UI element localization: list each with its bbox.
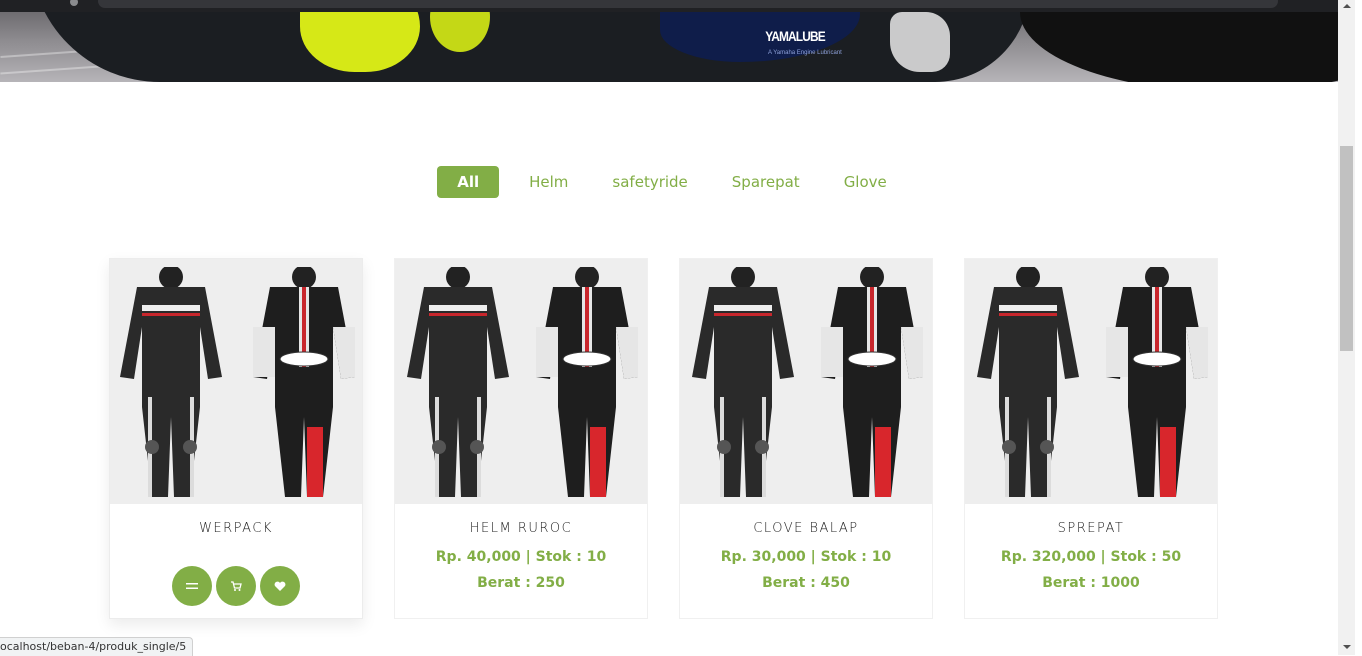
racing-suit-back-image (1106, 267, 1208, 497)
filter-all[interactable]: All (437, 166, 500, 198)
racing-suit-back-image (536, 267, 638, 497)
sponsor-subtext: A Yamaha Engine Lubricant (768, 50, 842, 56)
product-card[interactable]: SPREPAT Rp. 320,000 | Stok : 50 Berat : … (964, 258, 1218, 619)
product-weight: Berat : 250 (477, 575, 565, 591)
racing-suit-front-image (120, 267, 222, 497)
product-card[interactable]: CLOVE BALAP Rp. 30,000 | Stok : 10 Berat… (679, 258, 933, 619)
product-name[interactable]: CLOVE BALAP (680, 521, 932, 536)
racing-suit-front-image (407, 267, 509, 497)
filter-safetyride[interactable]: safetyride (598, 166, 701, 198)
heart-icon[interactable] (260, 566, 300, 606)
product-card[interactable]: HELM RUROC Rp. 40,000 | Stok : 10 Berat … (394, 258, 648, 619)
racing-suit-back-image (253, 267, 355, 497)
hero-banner: YAMALUBE A Yamaha Engine Lubricant (0, 12, 1338, 82)
filter-sparepat[interactable]: Sparepat (718, 166, 814, 198)
filter-glove[interactable]: Glove (830, 166, 901, 198)
product-price-stock: Rp. 320,000 | Stok : 50 (1000, 549, 1182, 565)
product-image[interactable] (680, 259, 932, 504)
scroll-thumb[interactable] (1340, 146, 1353, 351)
product-grid: WERPACK HELM RUROC Rp. 40,000 | Stok: 1… (109, 258, 1219, 620)
product-image[interactable] (395, 259, 647, 504)
racing-suit-front-image (977, 267, 1079, 497)
racing-suit-back-image (821, 267, 923, 497)
product-price-stock: Rp. 40,000 | Stok : 10 (435, 549, 607, 565)
product-image[interactable] (110, 259, 362, 504)
status-bar-url: ocalhost/beban-4/produk_single/5 (0, 637, 194, 656)
product-name[interactable]: SPREPAT (965, 521, 1217, 536)
product-card[interactable]: WERPACK (109, 258, 363, 619)
sponsor-logo: YAMALUBE (765, 28, 825, 44)
scroll-down-icon[interactable] (1343, 645, 1351, 649)
filter-helm[interactable]: Helm (515, 166, 582, 198)
address-bar[interactable] (98, 0, 1278, 8)
browser-toolbar (0, 0, 1338, 12)
racing-suit-front-image (692, 267, 794, 497)
cart-icon[interactable] (216, 566, 256, 606)
category-filters: All Helm safetyride Sparepat Glove (0, 166, 1338, 198)
product-actions (110, 566, 362, 606)
product-name[interactable]: HELM RUROC (395, 521, 647, 536)
menu-icon[interactable] (172, 566, 212, 606)
product-name[interactable]: WERPACK (110, 521, 362, 536)
product-price-stock: Rp. 30,000 | Stok : 10 (720, 549, 892, 565)
reload-icon[interactable] (70, 0, 78, 6)
product-weight: Berat : 1000 (1042, 575, 1140, 591)
product-image[interactable] (965, 259, 1217, 504)
logo-icon (890, 12, 950, 72)
product-weight: Berat : 450 (762, 575, 850, 591)
scroll-up-icon[interactable] (1343, 4, 1351, 8)
